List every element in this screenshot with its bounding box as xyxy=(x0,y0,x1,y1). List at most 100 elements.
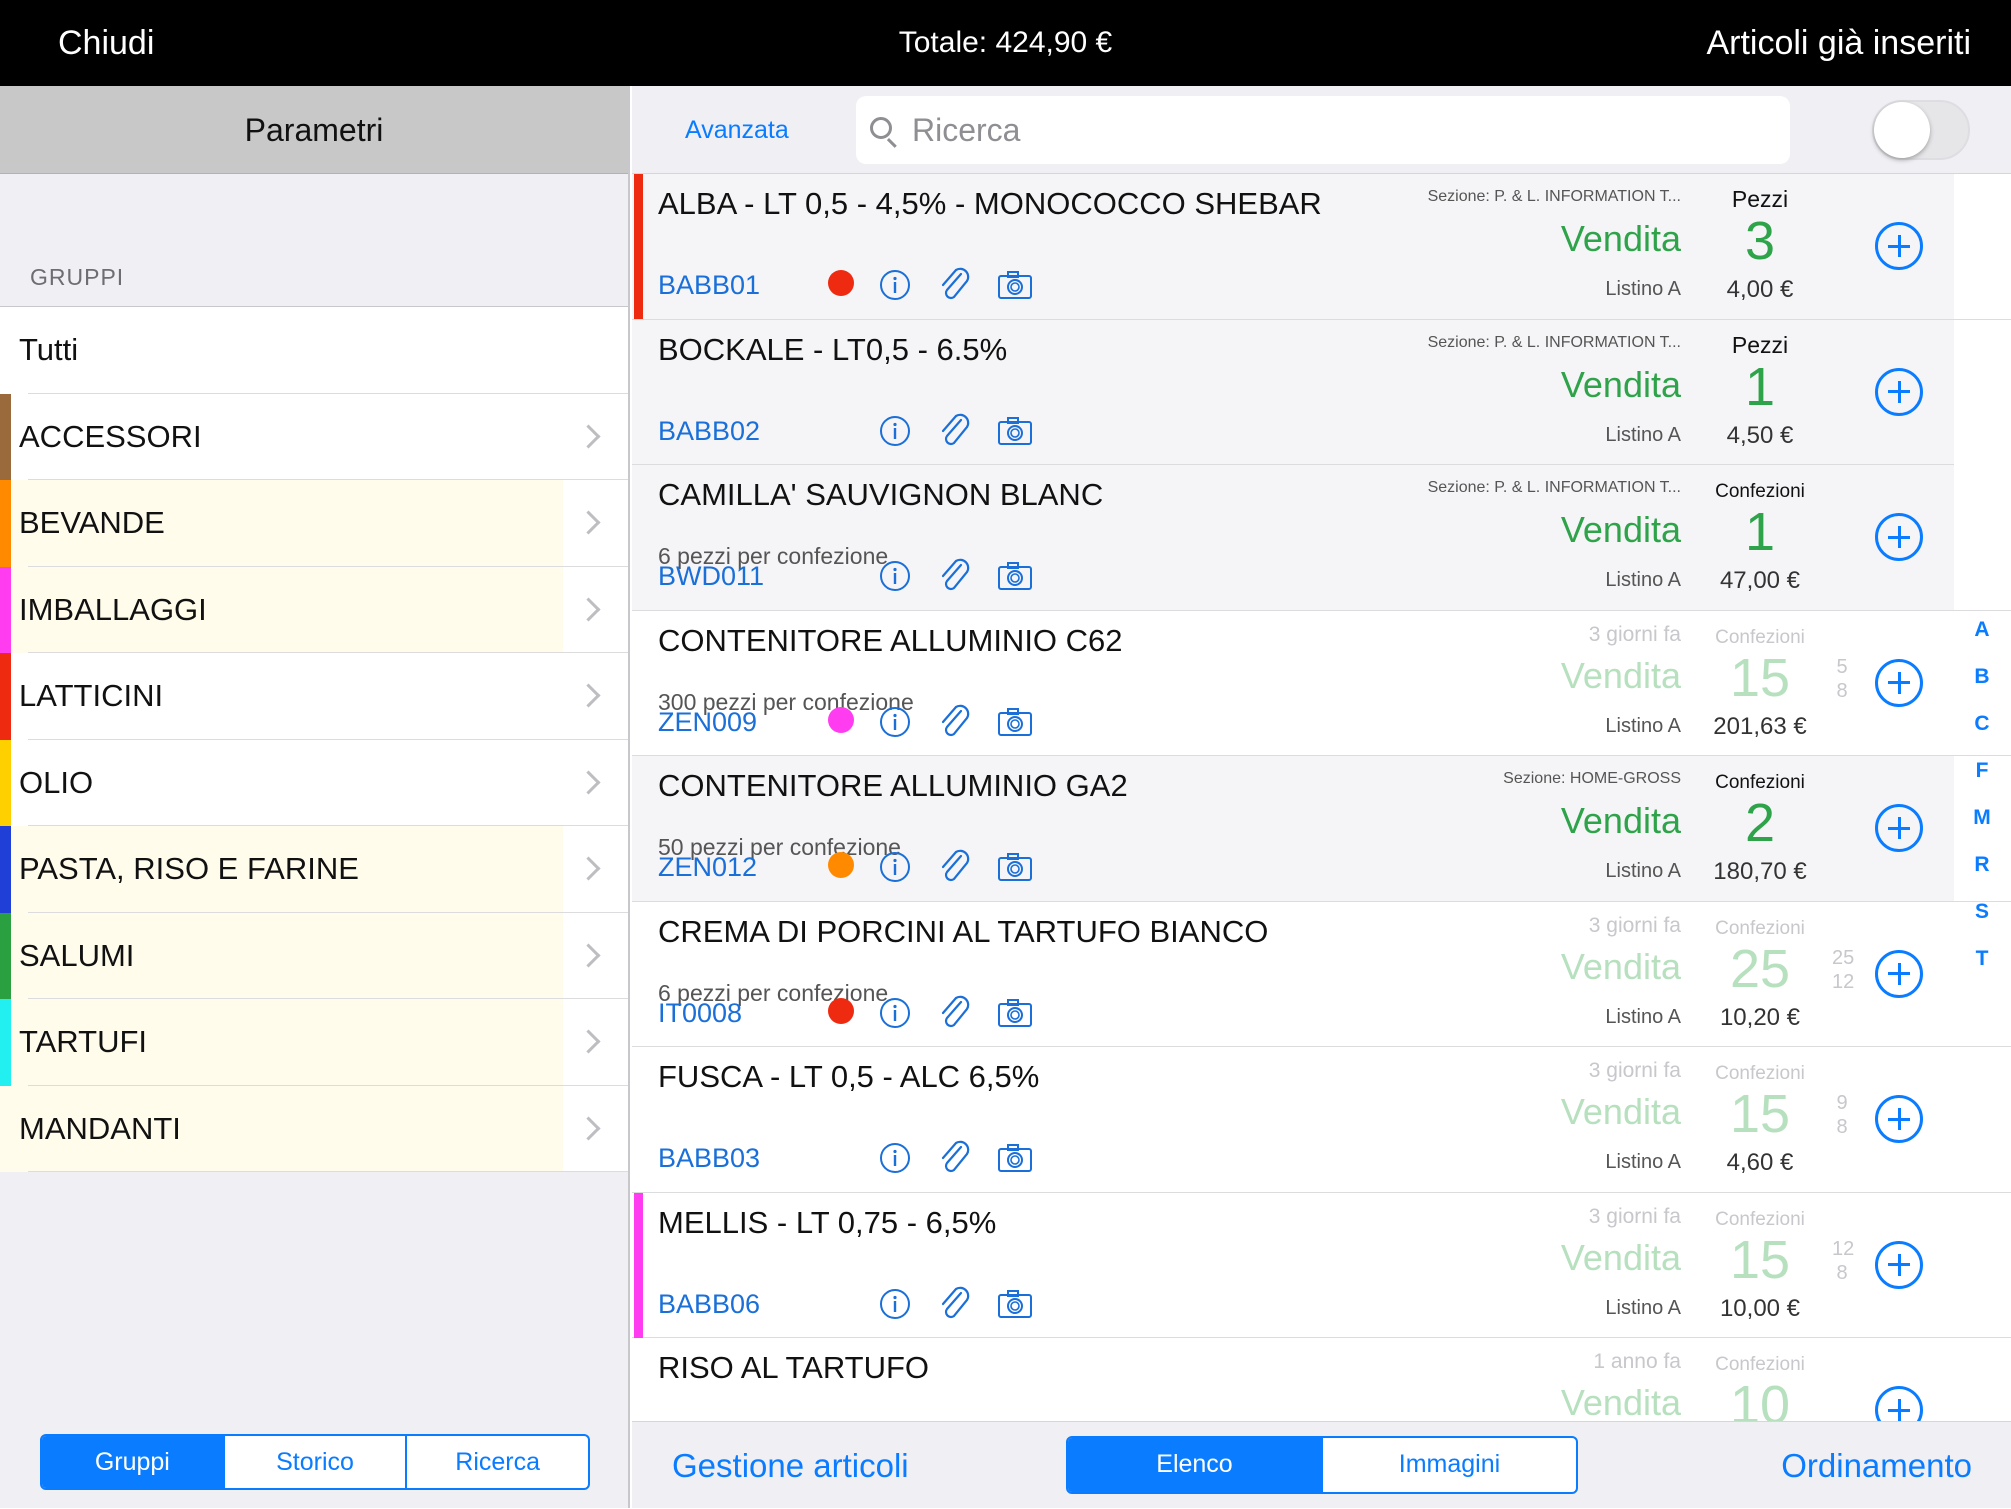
sale-type[interactable]: Vendita xyxy=(1561,946,1681,988)
sidebar-tab[interactable]: Gruppi xyxy=(42,1436,223,1488)
info-icon[interactable] xyxy=(875,557,915,595)
plus-circle-icon[interactable] xyxy=(1875,513,1923,561)
price-list[interactable]: Listino A xyxy=(1605,1006,1681,1029)
group-item[interactable]: Tutti xyxy=(0,307,628,394)
quantity-value[interactable]: 25 xyxy=(1700,938,1820,1000)
quantity-value[interactable]: 1 xyxy=(1700,501,1820,563)
article-code[interactable]: BWD011 xyxy=(658,561,764,592)
article-code[interactable]: BABB02 xyxy=(658,416,760,447)
article-code[interactable]: BABB06 xyxy=(658,1289,760,1320)
price-list[interactable]: Listino A xyxy=(1605,715,1681,738)
article-code[interactable]: BABB01 xyxy=(658,270,760,301)
camera-icon[interactable] xyxy=(995,557,1035,595)
camera-icon[interactable] xyxy=(995,703,1035,741)
price-list[interactable]: Listino A xyxy=(1605,569,1681,592)
view-tab[interactable]: Immagini xyxy=(1321,1438,1576,1492)
quantity-value[interactable]: 15 xyxy=(1700,1083,1820,1145)
paperclip-icon[interactable] xyxy=(935,848,975,886)
quantity-value[interactable]: 3 xyxy=(1700,210,1820,272)
article-row[interactable]: ALBA - LT 0,5 - 4,5% - MONOCOCCO SHEBAR B… xyxy=(632,174,2011,320)
info-icon[interactable] xyxy=(875,412,915,450)
plus-circle-icon[interactable] xyxy=(1875,1240,1923,1289)
group-item[interactable]: MANDANTI xyxy=(0,1085,628,1172)
index-letter[interactable]: R xyxy=(1962,841,2002,888)
info-icon[interactable] xyxy=(875,703,915,741)
quantity-value[interactable]: 2 xyxy=(1700,792,1820,854)
article-row[interactable]: CREMA DI PORCINI AL TARTUFO BIANCO 6 pezz… xyxy=(632,901,2011,1047)
quantity-value[interactable]: 15 xyxy=(1700,1229,1820,1291)
paperclip-icon[interactable] xyxy=(935,557,975,595)
group-item[interactable]: ACCESSORI xyxy=(0,393,628,480)
info-icon[interactable] xyxy=(875,266,915,304)
article-code[interactable]: IT0008 xyxy=(658,998,742,1029)
group-item[interactable]: PASTA, RISO E FARINE xyxy=(0,826,628,913)
sale-type[interactable]: Vendita xyxy=(1561,655,1681,697)
plus-circle-icon[interactable] xyxy=(1875,1095,1923,1143)
sale-type[interactable]: Vendita xyxy=(1561,509,1681,551)
price-list[interactable]: Listino A xyxy=(1605,1297,1681,1320)
info-icon[interactable] xyxy=(875,848,915,886)
quantity-value[interactable]: 1 xyxy=(1700,356,1820,418)
info-icon[interactable] xyxy=(875,1285,915,1323)
view-tab[interactable]: Elenco xyxy=(1068,1438,1321,1492)
group-item[interactable]: SALUMI xyxy=(0,912,628,999)
index-letter[interactable]: A xyxy=(1962,606,2002,653)
article-row[interactable]: CONTENITORE ALLUMINIO GA2 50 pezzi per co… xyxy=(632,756,2011,902)
article-row[interactable]: CONTENITORE ALLUMINIO C62 300 pezzi per c… xyxy=(632,610,2011,756)
camera-icon[interactable] xyxy=(995,848,1035,886)
camera-icon[interactable] xyxy=(995,994,1035,1032)
advanced-search-button[interactable]: Avanzata xyxy=(685,86,789,174)
price-list[interactable]: Listino A xyxy=(1605,424,1681,447)
plus-circle-icon[interactable] xyxy=(1875,367,1923,416)
filter-toggle[interactable] xyxy=(1872,100,1970,160)
index-letter[interactable]: F xyxy=(1962,747,2002,794)
sort-button[interactable]: Ordinamento xyxy=(1781,1422,1972,1509)
search-input[interactable] xyxy=(912,96,1772,164)
index-letter[interactable]: M xyxy=(1962,794,2002,841)
plus-circle-icon[interactable] xyxy=(1875,658,1923,707)
group-item[interactable]: BEVANDE xyxy=(0,480,628,567)
index-letter[interactable]: B xyxy=(1962,653,2002,700)
article-code[interactable]: BABB03 xyxy=(658,1143,760,1174)
sale-type[interactable]: Vendita xyxy=(1561,364,1681,406)
price-list[interactable]: Listino A xyxy=(1605,278,1681,301)
camera-icon[interactable] xyxy=(995,266,1035,304)
article-row[interactable]: MELLIS - LT 0,75 - 6,5% BABB06 3 giorni fa… xyxy=(632,1192,2011,1338)
paperclip-icon[interactable] xyxy=(935,1139,975,1177)
paperclip-icon[interactable] xyxy=(935,266,975,304)
price-list[interactable]: Listino A xyxy=(1605,860,1681,883)
sale-type[interactable]: Vendita xyxy=(1561,1237,1681,1279)
sidebar-tab[interactable]: Ricerca xyxy=(405,1436,588,1488)
paperclip-icon[interactable] xyxy=(935,703,975,741)
quantity-value[interactable]: 15 xyxy=(1700,647,1820,709)
camera-icon[interactable] xyxy=(995,412,1035,450)
sale-type[interactable]: Vendita xyxy=(1561,1382,1681,1424)
plus-circle-icon[interactable] xyxy=(1875,222,1923,270)
group-item[interactable]: OLIO xyxy=(0,739,628,826)
inserted-articles-button[interactable]: Articoli già inseriti xyxy=(1706,0,1971,86)
sale-type[interactable]: Vendita xyxy=(1561,1091,1681,1133)
plus-circle-icon[interactable] xyxy=(1875,949,1923,998)
index-letter[interactable]: C xyxy=(1962,700,2002,747)
price-list[interactable]: Listino A xyxy=(1605,1151,1681,1174)
plus-circle-icon[interactable] xyxy=(1875,804,1923,852)
article-code[interactable]: ZEN012 xyxy=(658,852,757,883)
sale-type[interactable]: Vendita xyxy=(1561,800,1681,842)
camera-icon[interactable] xyxy=(995,1139,1035,1177)
group-item[interactable]: IMBALLAGGI xyxy=(0,566,628,653)
article-code[interactable]: ZEN009 xyxy=(658,707,757,738)
article-row[interactable]: FUSCA - LT 0,5 - ALC 6,5% BABB03 3 giorni … xyxy=(632,1047,2011,1193)
sidebar-tab[interactable]: Storico xyxy=(222,1436,406,1488)
index-letter[interactable]: S xyxy=(1962,888,2002,935)
paperclip-icon[interactable] xyxy=(935,412,975,450)
group-item[interactable]: LATTICINI xyxy=(0,653,628,740)
paperclip-icon[interactable] xyxy=(935,1285,975,1323)
camera-icon[interactable] xyxy=(995,1285,1035,1323)
index-letter[interactable]: T xyxy=(1962,935,2002,982)
manage-articles-button[interactable]: Gestione articoli xyxy=(672,1422,909,1509)
article-row[interactable]: CAMILLA' SAUVIGNON BLANC 6 pezzi per conf… xyxy=(632,465,2011,611)
search-box[interactable] xyxy=(856,96,1790,164)
info-icon[interactable] xyxy=(875,1139,915,1177)
sale-type[interactable]: Vendita xyxy=(1561,218,1681,260)
info-icon[interactable] xyxy=(875,994,915,1032)
